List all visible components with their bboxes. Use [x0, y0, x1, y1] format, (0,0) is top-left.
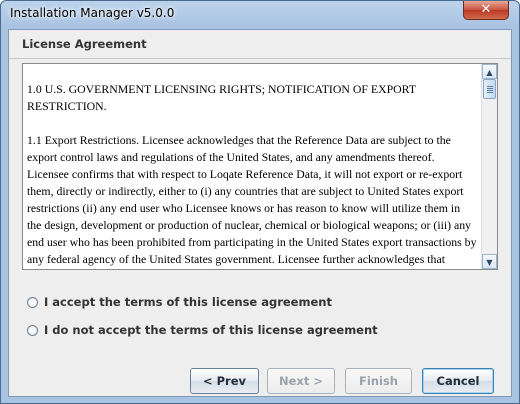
- close-button[interactable]: ✕: [463, 1, 509, 20]
- decline-label[interactable]: I do not accept the terms of this licens…: [44, 323, 378, 337]
- divider: [9, 58, 511, 59]
- grip-line: [487, 88, 493, 89]
- section-header: License Agreement: [9, 30, 511, 58]
- dialog-body: License Agreement 1.0 U.S. GOVERNMENT LI…: [8, 29, 512, 397]
- title-bar[interactable]: Installation Manager v5.0.0 ✕: [1, 1, 519, 29]
- grip-line: [487, 92, 493, 93]
- license-paragraph: 1.1 Export Restrictions. Licensee acknow…: [27, 133, 477, 266]
- scroll-thumb[interactable]: [483, 79, 496, 99]
- finish-button[interactable]: Finish: [345, 368, 412, 394]
- grip-line: [487, 86, 493, 87]
- next-button[interactable]: Next >: [267, 368, 335, 394]
- decline-option[interactable]: I do not accept the terms of this licens…: [27, 321, 378, 339]
- arrow-up-icon: ▲: [486, 68, 493, 77]
- arrow-down-icon: ▼: [486, 258, 493, 267]
- accept-radio[interactable]: [27, 296, 38, 308]
- license-paragraph: 1.0 U.S. GOVERNMENT LICENSING RIGHTS; NO…: [27, 82, 416, 113]
- decline-radio[interactable]: [27, 324, 38, 336]
- section-title: License Agreement: [22, 37, 147, 51]
- license-text: 1.0 U.S. GOVERNMENT LICENSING RIGHTS; NO…: [27, 81, 477, 269]
- cancel-button[interactable]: Cancel: [422, 368, 494, 394]
- license-text-area[interactable]: 1.0 U.S. GOVERNMENT LICENSING RIGHTS; NO…: [22, 63, 498, 270]
- close-icon: ✕: [480, 2, 492, 17]
- scroll-down-button[interactable]: ▼: [482, 254, 497, 269]
- accept-option[interactable]: I accept the terms of this license agree…: [27, 293, 332, 311]
- installer-window: Installation Manager v5.0.0 ✕ License Ag…: [0, 0, 520, 404]
- window-title: Installation Manager v5.0.0: [10, 6, 175, 20]
- accept-label[interactable]: I accept the terms of this license agree…: [44, 295, 332, 309]
- scroll-up-button[interactable]: ▲: [482, 64, 497, 79]
- grip-line: [487, 90, 493, 91]
- prev-button[interactable]: < Prev: [190, 368, 259, 394]
- vertical-scrollbar[interactable]: ▲ ▼: [481, 64, 497, 269]
